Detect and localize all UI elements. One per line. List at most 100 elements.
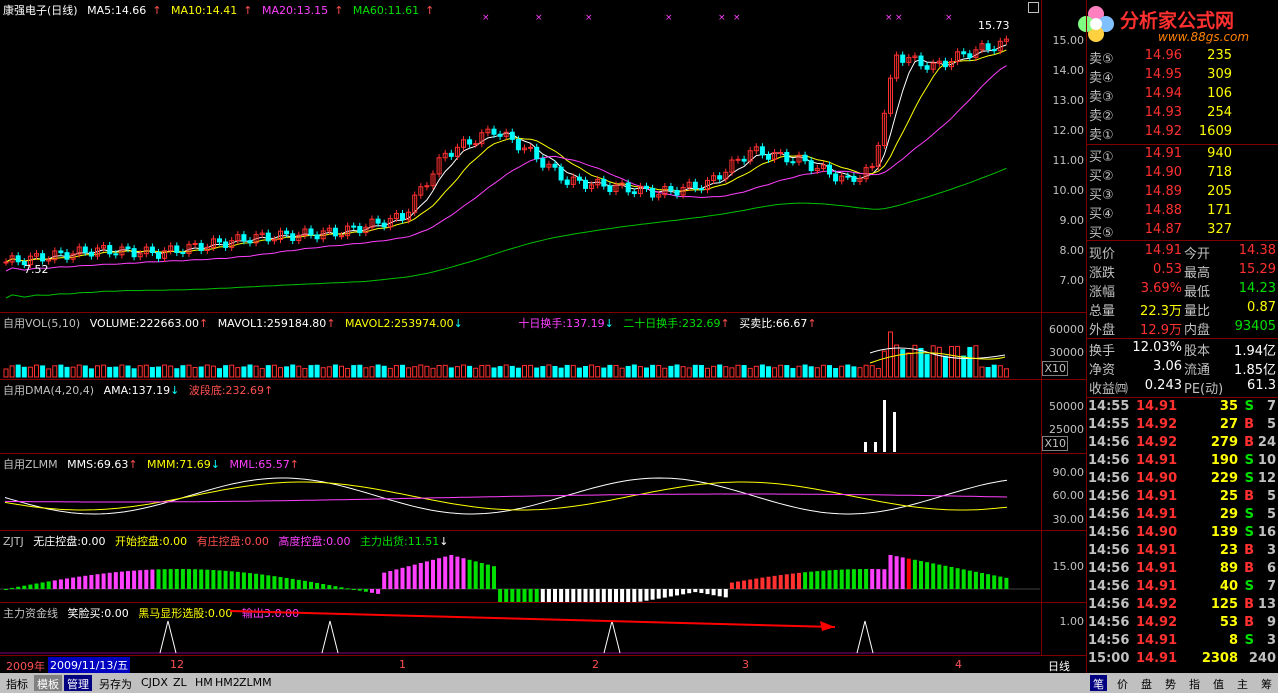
panel-tab-6[interactable]: 主 <box>1234 675 1251 691</box>
dma-pane[interactable]: 自用DMA(4,20,4) AMA:137.19↓ 波段底:232.69↑ 50… <box>0 380 1086 453</box>
volume-bar <box>583 365 588 378</box>
zjtj-bar <box>742 580 747 589</box>
zjtj-bar <box>351 589 356 590</box>
zjtj-bar <box>797 572 801 589</box>
tick-row: 14:56 14.92 53 B 9 <box>1088 615 1276 630</box>
stat-row: 涨跌 0.53 最高 15.29 <box>1089 262 1276 281</box>
candle-body <box>583 179 588 189</box>
zjtj-bar <box>406 566 411 589</box>
zjtj-bar <box>89 574 94 589</box>
zjtj-bar <box>424 561 429 589</box>
volume-bar <box>381 365 387 378</box>
zjtj-bar <box>540 589 545 602</box>
zjtj-bar <box>10 587 15 589</box>
zjtj-bar <box>58 579 63 589</box>
volume-chart[interactable] <box>0 313 1040 379</box>
zjtj-bar <box>675 589 679 596</box>
zljx-pane[interactable]: 主力资金线 笑脸买:0.00 黑马显形选股:0.00 输出3:0.00 1.00 <box>0 603 1086 655</box>
toolbar-button-8[interactable]: ZLMM <box>236 675 275 691</box>
volume-bar <box>528 364 534 378</box>
zjtj-bar <box>315 582 320 589</box>
candle-body <box>540 158 546 168</box>
restore-icon[interactable] <box>1028 2 1039 13</box>
toolbar-button-5[interactable]: ZL <box>170 675 190 691</box>
zlmm-pane[interactable]: 自用ZLMM MMS:69.63↑ MMM:71.69↓ MML:65.57↑ … <box>0 454 1086 530</box>
candle-body <box>833 173 839 182</box>
zjtj-bar <box>113 572 118 589</box>
candle-body <box>509 131 515 140</box>
volume-bar <box>412 366 418 378</box>
volume-bar <box>479 364 485 378</box>
price-tick: 10.00 <box>1052 184 1085 197</box>
candlestick-chart[interactable]: × × × × × × × × × <box>0 0 1040 312</box>
volume-bar <box>662 367 668 378</box>
zjtj-bar <box>656 589 661 599</box>
panel-tab-0[interactable]: 笔 <box>1090 675 1107 691</box>
volume-bar <box>869 365 875 378</box>
volume-bar <box>448 367 454 378</box>
volume-bar <box>149 366 155 378</box>
volume-bar <box>46 368 52 378</box>
zjtj-bar <box>327 585 332 589</box>
zjtj-pane[interactable]: ZJTJ 无庄控盘:0.00 开始控盘:0.00 有庄控盘:0.00 高度控盘:… <box>0 531 1086 602</box>
zlmm-chart[interactable] <box>0 454 1040 530</box>
price-pane[interactable]: 康强电子(日线) MA5:14.66 ↑ MA10:14.41 ↑ MA20:13.… <box>0 0 1086 312</box>
panel-tab-3[interactable]: 势 <box>1162 675 1179 691</box>
candle-body <box>314 234 320 240</box>
volume-pane[interactable]: 自用VOL(5,10) VOLUME:222663.00↑ MAVOL1:259… <box>0 313 1086 379</box>
zjtj-bar <box>156 569 161 589</box>
candle-body <box>473 143 479 146</box>
panel-tab-1[interactable]: 价 <box>1114 675 1131 691</box>
volume-bar <box>589 364 595 378</box>
toolbar-button-3[interactable]: 另存为 <box>96 675 135 691</box>
zljx-chart[interactable] <box>0 603 1040 655</box>
quote-panel: 卖⑤ 14.96 235 卖④ 14.95 309 卖③ 14.94 106 卖② 14.93 254… <box>1086 0 1278 693</box>
stat-row: 净资 3.06 流通 1.85亿 <box>1089 359 1276 378</box>
volume-bar <box>143 364 149 378</box>
dma-chart[interactable] <box>0 380 1040 453</box>
volume-bar <box>467 365 473 378</box>
volume-bar <box>351 365 357 378</box>
candle-body <box>967 53 973 58</box>
panel-tab-5[interactable]: 值 <box>1210 675 1227 691</box>
toolbar-button-2[interactable]: 管理 <box>64 675 92 691</box>
zjtj-bar <box>528 589 533 602</box>
volume-bar <box>613 364 619 378</box>
volume-bar <box>619 367 625 378</box>
volume-bar <box>387 367 393 378</box>
volume-bar <box>339 365 344 378</box>
period-label[interactable]: 日线 <box>1048 658 1070 674</box>
volume-bar <box>174 368 180 378</box>
ma10-line <box>5 49 1007 263</box>
toolbar-button-4[interactable]: CJDX <box>138 675 171 691</box>
candle-body <box>802 154 808 162</box>
volume-bar <box>985 366 991 378</box>
zjtj-bar <box>851 569 856 589</box>
panel-tab-7[interactable]: 筹 <box>1258 675 1275 691</box>
toolbar-button-0[interactable]: 指标 <box>3 675 31 691</box>
volume-bar <box>217 368 222 378</box>
zjtj-bar <box>394 569 399 589</box>
candle-body <box>625 182 631 193</box>
candle-body <box>247 240 253 244</box>
volume-bar <box>857 367 863 378</box>
toolbar-button-1[interactable]: 模板 <box>34 675 62 691</box>
candle-body <box>180 251 186 254</box>
candle-body <box>400 213 405 221</box>
zjtj-bar <box>22 585 27 589</box>
volume-bar <box>198 366 204 378</box>
volume-bar <box>735 364 741 378</box>
volume-bar <box>186 364 192 378</box>
zjtj-bar <box>187 569 191 589</box>
panel-tab-4[interactable]: 指 <box>1186 675 1203 691</box>
candle-body <box>735 158 741 161</box>
zjtj-chart[interactable] <box>0 531 1040 602</box>
candle-body <box>58 250 64 254</box>
candle-body <box>357 225 363 234</box>
candle-body <box>961 51 967 55</box>
panel-tab-2[interactable]: 盘 <box>1138 675 1155 691</box>
zjtj-bar <box>565 589 570 602</box>
candle-body <box>766 154 771 160</box>
volume-bar <box>113 366 119 378</box>
zjtj-bar <box>52 580 57 589</box>
